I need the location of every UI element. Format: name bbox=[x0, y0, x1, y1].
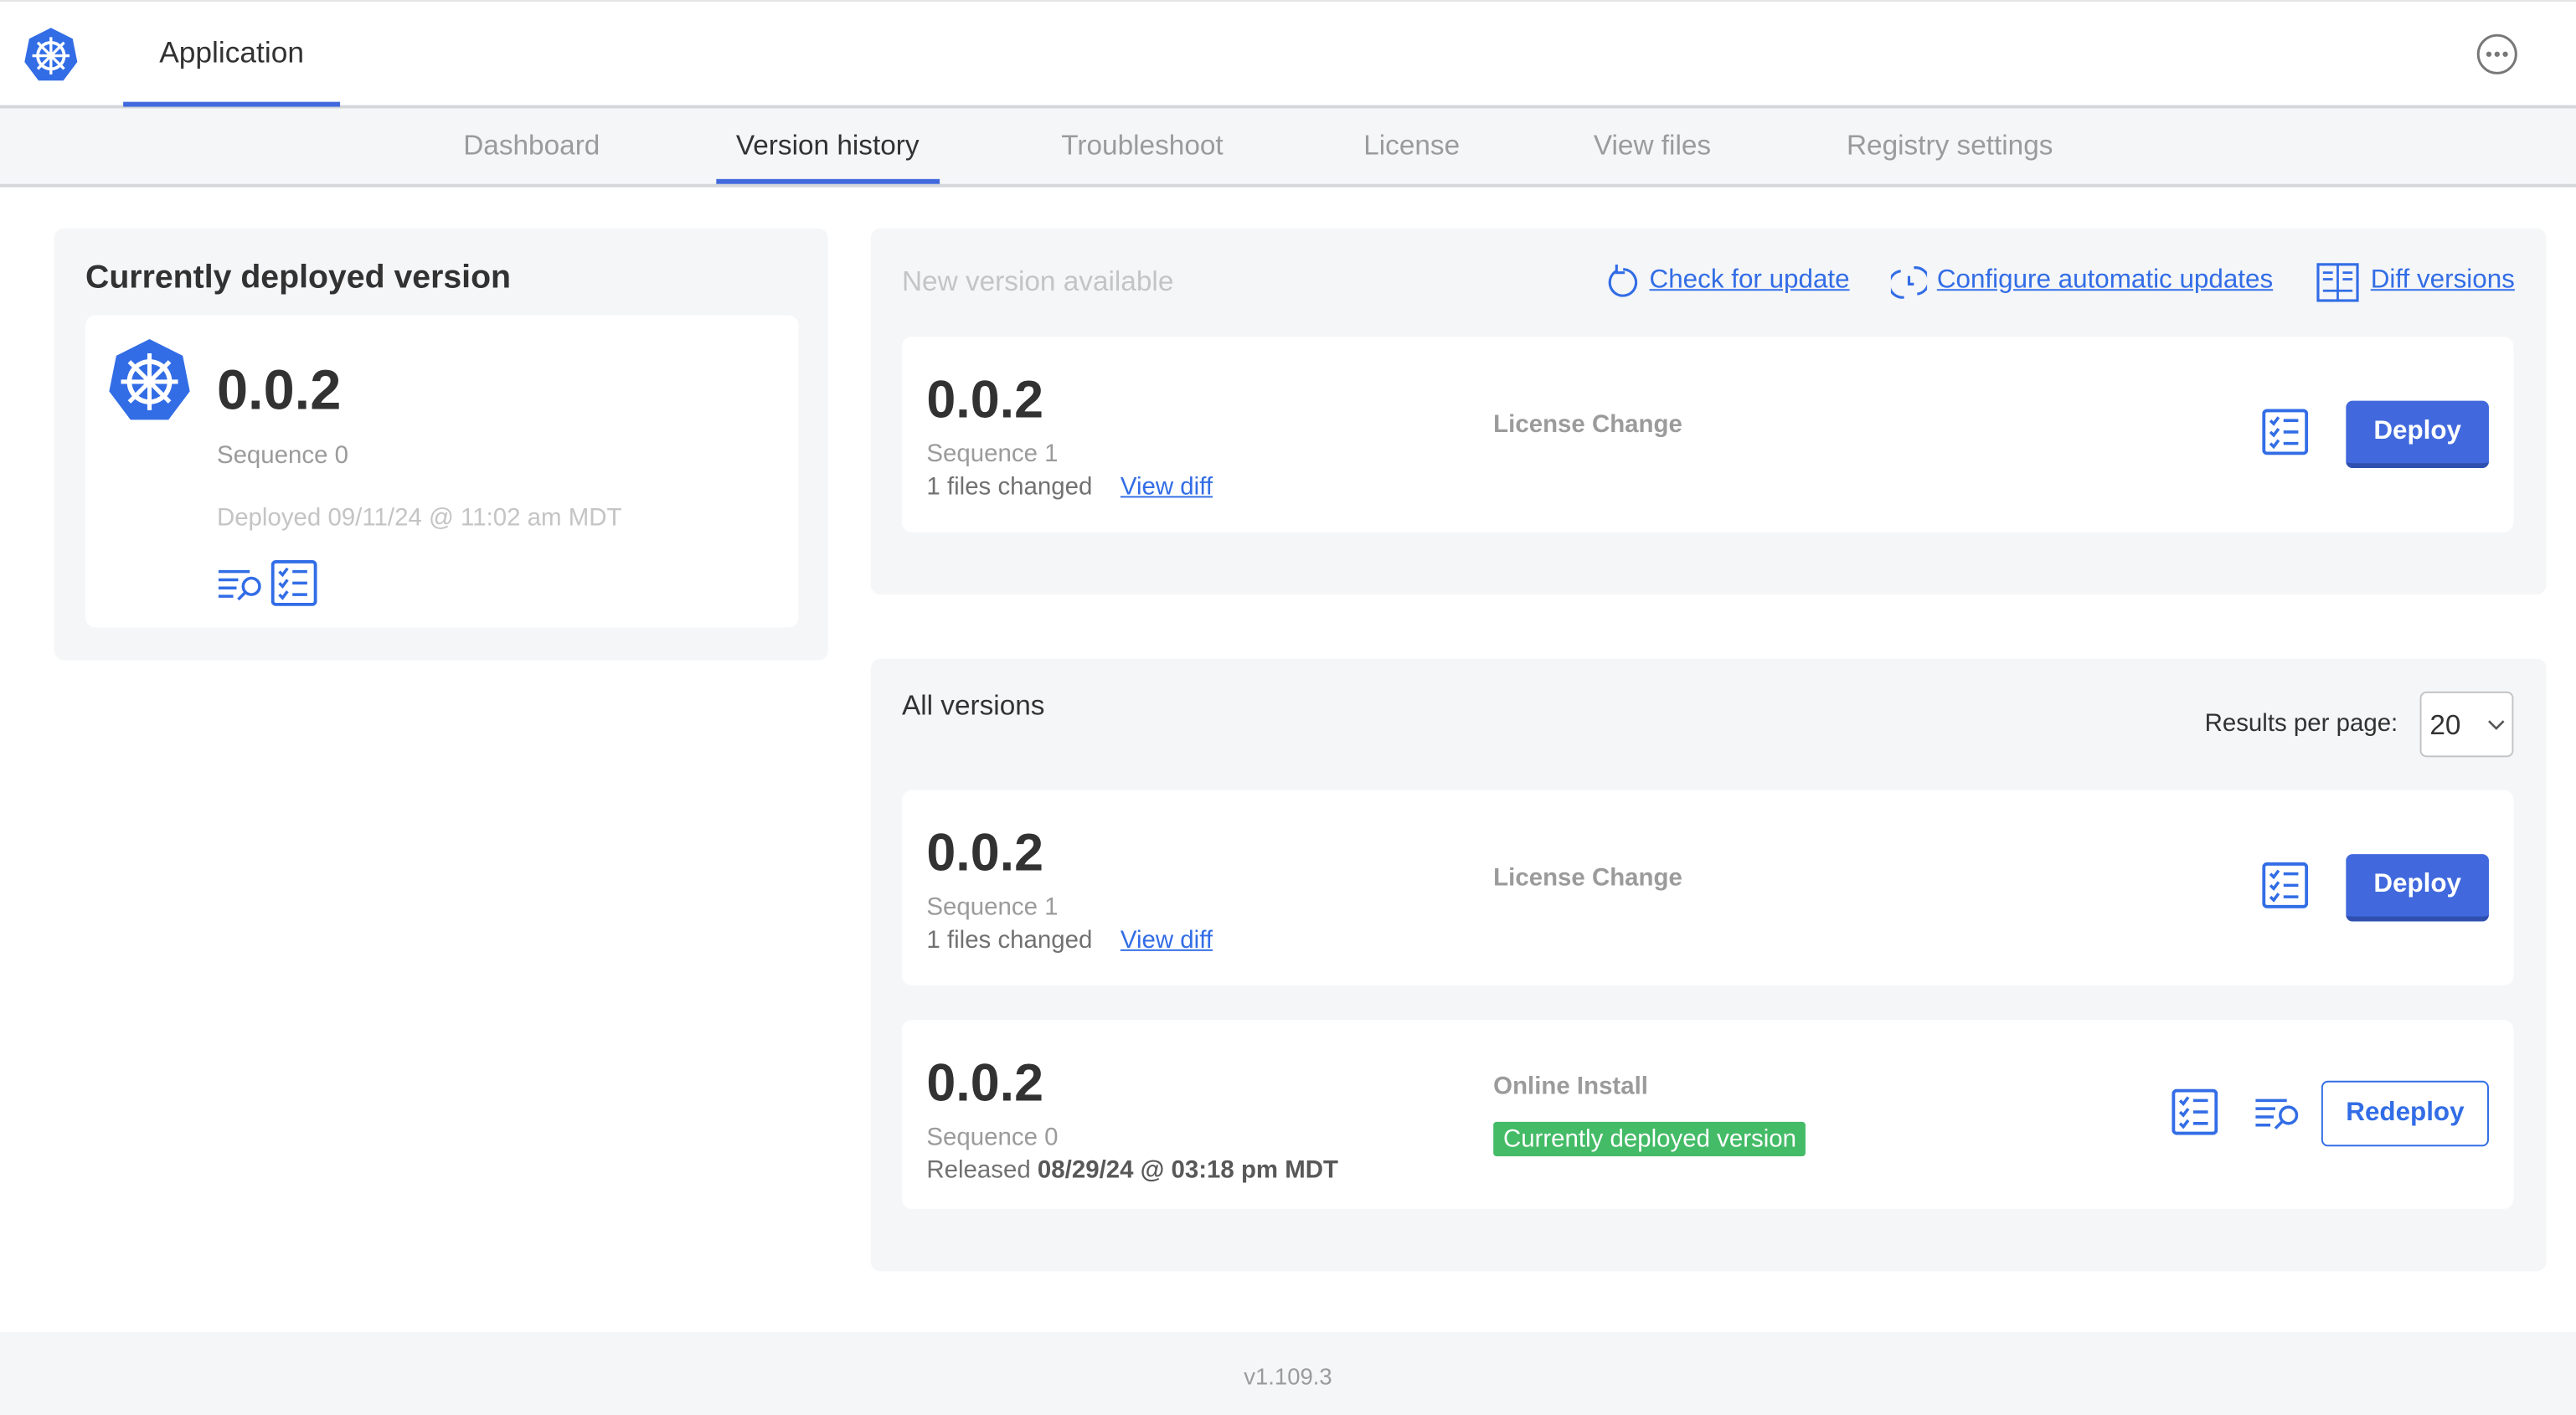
diff-versions-link[interactable]: Diff versions bbox=[2371, 266, 2515, 296]
tab-registry-settings[interactable]: Registry settings bbox=[1826, 108, 2073, 183]
auto-update-icon[interactable] bbox=[1890, 263, 1928, 302]
files-changed: 1 files changed bbox=[926, 472, 1093, 502]
deployed-date: Deployed 09/11/24 @ 11:02 am MDT bbox=[216, 504, 622, 533]
files-changed: 1 files changed bbox=[926, 926, 1093, 954]
tab-license[interactable]: License bbox=[1344, 108, 1480, 183]
currently-deployed-badge: Currently deployed version bbox=[1493, 1121, 1806, 1157]
results-per-page-select[interactable]: 20 bbox=[2419, 691, 2514, 758]
top-bar: Application bbox=[0, 0, 2576, 109]
tab-version-history[interactable]: Version history bbox=[716, 108, 940, 184]
current-version-panel: Currently deployed version 0.0.2 Sequenc… bbox=[54, 228, 828, 661]
released-date: Released 08/29/24 @ 03:18 pm MDT bbox=[926, 1156, 1338, 1184]
sequence: Sequence 1 bbox=[926, 893, 1059, 922]
configure-automatic-updates-link[interactable]: Configure automatic updates bbox=[1937, 266, 2273, 296]
sub-navigation: Dashboard Version history Troubleshoot L… bbox=[0, 108, 2576, 188]
release-note: Online Install bbox=[1493, 1072, 1648, 1101]
results-per-page-label: Results per page: bbox=[2204, 709, 2398, 738]
refresh-icon[interactable] bbox=[1607, 264, 1640, 301]
diff-icon[interactable] bbox=[2316, 263, 2359, 302]
release-note: License Change bbox=[1493, 863, 1682, 893]
deploy-button[interactable]: Deploy bbox=[2346, 400, 2489, 469]
all-versions-panel: All versions Results per page: 20 0.0.2 … bbox=[870, 658, 2547, 1272]
view-diff-link[interactable]: View diff bbox=[1121, 473, 1213, 501]
version-number: 0.0.2 bbox=[926, 822, 1044, 882]
preflight-checks-icon[interactable] bbox=[271, 560, 317, 606]
view-diff-link[interactable]: View diff bbox=[1121, 926, 1213, 954]
released-label: Released bbox=[926, 1156, 1031, 1185]
view-logs-icon[interactable] bbox=[2254, 1097, 2300, 1129]
current-version-card: 0.0.2 Sequence 0 Deployed 09/11/24 @ 11:… bbox=[85, 315, 799, 628]
tab-dashboard[interactable]: Dashboard bbox=[444, 108, 620, 183]
app-logo-icon bbox=[23, 26, 79, 82]
footer: v1.109.3 bbox=[0, 1331, 2576, 1415]
preflight-checks-icon[interactable] bbox=[2262, 862, 2308, 908]
tab-application[interactable]: Application bbox=[123, 2, 341, 107]
version-row: 0.0.2 Sequence 1 1 files changed View di… bbox=[901, 790, 2514, 986]
version-number: 0.0.2 bbox=[926, 1052, 1044, 1113]
redeploy-button[interactable]: Redeploy bbox=[2321, 1080, 2489, 1147]
view-logs-icon[interactable] bbox=[217, 569, 263, 601]
deploy-button[interactable]: Deploy bbox=[2346, 854, 2489, 922]
preflight-checks-icon[interactable] bbox=[2262, 409, 2308, 455]
tab-troubleshoot[interactable]: Troubleshoot bbox=[1042, 108, 1244, 183]
version-number: 0.0.2 bbox=[926, 369, 1044, 430]
panel-title: Currently deployed version bbox=[85, 259, 512, 296]
new-version-panel: New version available Check for update C… bbox=[870, 228, 2547, 595]
sequence: Sequence 1 bbox=[926, 440, 1059, 469]
results-per-page-value: 20 bbox=[2429, 709, 2461, 741]
released-value: 08/29/24 @ 03:18 pm MDT bbox=[1037, 1156, 1339, 1185]
new-version-title: New version available bbox=[901, 265, 1174, 298]
version-number: 0.0.2 bbox=[216, 359, 342, 423]
chevron-down-icon bbox=[2488, 720, 2505, 730]
tab-view-files[interactable]: View files bbox=[1574, 108, 1730, 183]
sequence: Sequence 0 bbox=[926, 1123, 1059, 1152]
all-versions-title: All versions bbox=[901, 689, 1045, 722]
ellipsis-menu-icon[interactable] bbox=[2476, 33, 2518, 75]
app-icon bbox=[107, 337, 193, 422]
preflight-checks-icon[interactable] bbox=[2172, 1089, 2218, 1135]
version-row: 0.0.2 Sequence 1 1 files changed View di… bbox=[901, 337, 2514, 533]
version-row: 0.0.2 Sequence 0 Released 08/29/24 @ 03:… bbox=[901, 1020, 2514, 1209]
release-note: License Change bbox=[1493, 410, 1682, 439]
sequence: Sequence 0 bbox=[216, 441, 349, 471]
app-version: v1.109.3 bbox=[1244, 1363, 1332, 1390]
check-for-update-link[interactable]: Check for update bbox=[1650, 266, 1850, 296]
